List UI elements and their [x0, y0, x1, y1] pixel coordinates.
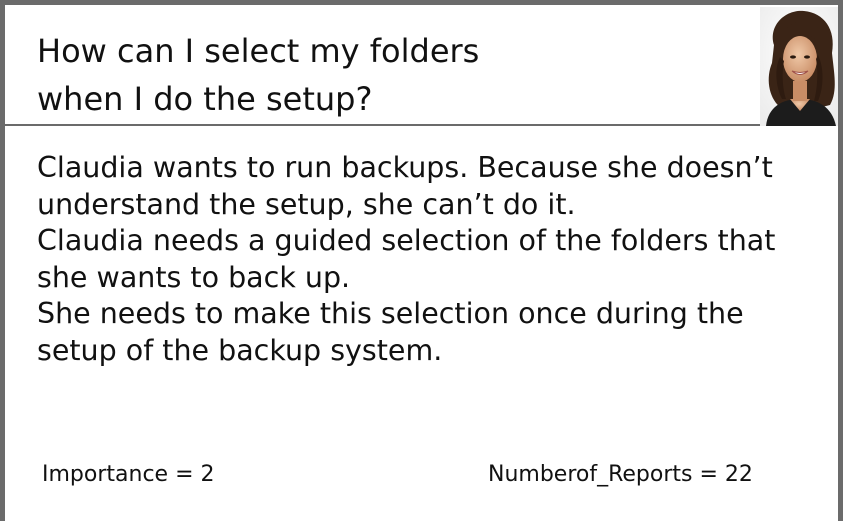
persona-card: How can I select my folders when I do th…	[0, 0, 843, 521]
card-description: Claudia wants to run backups. Because sh…	[37, 150, 833, 369]
number-of-reports-label: Numberof_Reports = 22	[488, 462, 753, 487]
description-line: Claudia wants to run backups. Because sh…	[37, 151, 773, 184]
card-title-line-2: when I do the setup?	[37, 80, 373, 118]
persona-photo	[760, 7, 838, 126]
description-line: Claudia needs a guided selection of the …	[37, 224, 776, 257]
description-line: setup of the backup system.	[37, 333, 443, 367]
description-line: understand the setup, she can’t do it.	[37, 187, 576, 221]
card-header: How can I select my folders when I do th…	[5, 5, 838, 126]
description-line: She needs to make this selection once du…	[37, 297, 744, 330]
card-title-line-1: How can I select my folders	[37, 32, 480, 70]
description-line: she wants to back up.	[37, 260, 351, 294]
importance-label: Importance = 2	[42, 462, 215, 487]
